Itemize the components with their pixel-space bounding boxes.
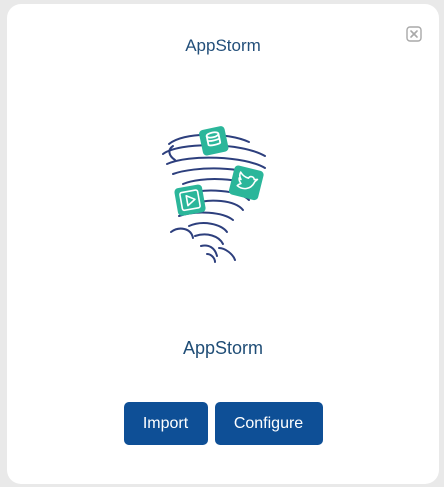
app-name-label: AppStorm <box>182 338 264 358</box>
close-icon[interactable] <box>406 26 422 42</box>
import-button[interactable]: Import <box>123 402 208 445</box>
app-dialog: AppStorm AppStorm Import Configure <box>7 4 439 484</box>
tornado-apps-icon <box>149 120 289 264</box>
dialog-title: AppStorm <box>185 36 261 55</box>
configure-button[interactable]: Configure <box>214 402 323 445</box>
action-bar: Import Configure <box>7 402 439 445</box>
